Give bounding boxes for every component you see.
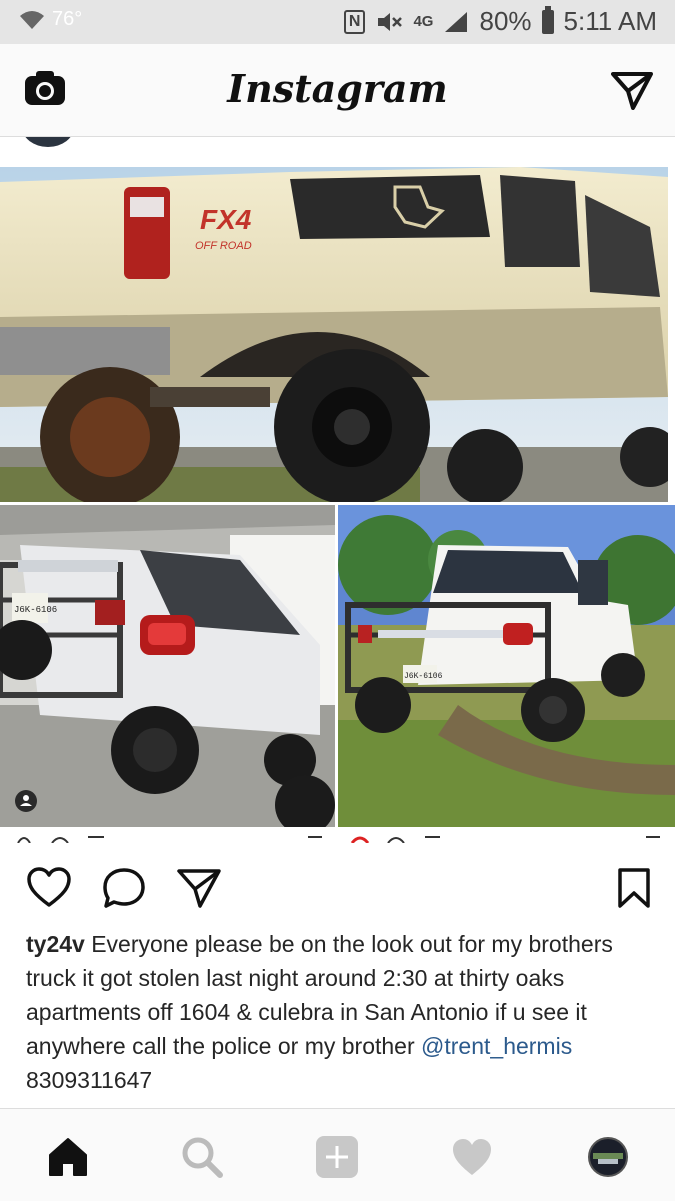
status-right: N 4G 80% 5:11 AM bbox=[343, 5, 657, 37]
caption-phone: 8309311647 bbox=[26, 1067, 153, 1093]
nfc-icon: N bbox=[343, 9, 366, 34]
post-actions bbox=[0, 857, 675, 917]
license-plate-left: J6K-6106 bbox=[14, 605, 57, 615]
post-photo-main[interactable]: FX4 OFF ROAD bbox=[0, 167, 668, 502]
network-type: 4G bbox=[413, 13, 434, 30]
caption-username[interactable]: ty24v bbox=[26, 931, 85, 957]
previous-post-avatar bbox=[22, 137, 74, 147]
comment-button[interactable] bbox=[102, 867, 146, 909]
feed: FX4 OFF ROAD J6K-6106 J6K-6106 ty24v Eve… bbox=[0, 137, 675, 1105]
home-icon[interactable] bbox=[46, 1135, 90, 1179]
direct-message-icon[interactable] bbox=[611, 70, 653, 110]
status-bar: 76° N 4G 80% 5:11 AM bbox=[0, 0, 675, 44]
bottom-tab-bar bbox=[0, 1108, 675, 1201]
battery-icon bbox=[541, 5, 554, 34]
save-button[interactable] bbox=[616, 867, 652, 909]
temperature: 76° bbox=[52, 8, 83, 30]
truck-badge: FX4 bbox=[200, 204, 252, 235]
post-photo-garage[interactable]: J6K-6106 bbox=[0, 505, 335, 827]
signal-icon bbox=[445, 11, 468, 32]
battery-percent: 80% bbox=[479, 6, 532, 36]
license-plate-right: J6K-6106 bbox=[404, 672, 443, 681]
add-icon[interactable] bbox=[315, 1135, 359, 1179]
like-button[interactable] bbox=[26, 867, 72, 909]
truck-badge-sub: OFF ROAD bbox=[195, 240, 252, 252]
mute-icon bbox=[378, 12, 403, 31]
top-bar: Instagram bbox=[0, 44, 675, 137]
profile-avatar[interactable] bbox=[586, 1135, 630, 1179]
post-caption: ty24v Everyone please be on the look out… bbox=[26, 927, 646, 1097]
status-left: 76° bbox=[18, 8, 82, 31]
post-photo-field[interactable]: J6K-6106 bbox=[338, 505, 675, 827]
caption-mention[interactable]: @trent_hermis bbox=[421, 1033, 572, 1059]
share-button[interactable] bbox=[176, 867, 222, 909]
activity-icon[interactable] bbox=[450, 1135, 494, 1179]
search-icon[interactable] bbox=[180, 1135, 224, 1179]
carousel-strip bbox=[0, 830, 675, 844]
clock: 5:11 AM bbox=[563, 6, 657, 36]
app-title: Instagram bbox=[227, 66, 448, 111]
wifi-icon bbox=[20, 10, 44, 29]
